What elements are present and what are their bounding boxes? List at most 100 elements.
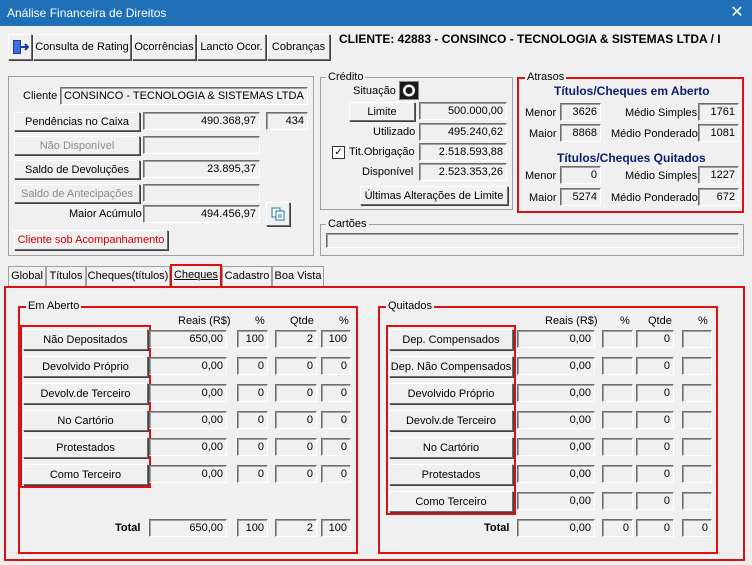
q-header-reais: Reais (R$) (545, 315, 598, 327)
em-aberto-row-qtde: 0 (275, 384, 317, 402)
cobrancas-button[interactable]: Cobranças (267, 34, 330, 60)
rating-button[interactable]: Consulta de Rating (33, 34, 131, 60)
quitados-row-button[interactable]: No Cartório (389, 437, 513, 458)
quitados-row-qtde: 0 (636, 411, 674, 429)
tit-obrigacao-value: 2.518.593,88 (419, 143, 507, 161)
em-aberto-row-button[interactable]: Devolvido Próprio (23, 356, 148, 377)
tab-cadastro[interactable]: Cadastro (222, 266, 272, 286)
quitados-row-button[interactable]: Devolv.de Terceiro (389, 410, 513, 431)
q-total-pct2: 0 (682, 519, 712, 537)
quitados-medio-simples-value: 1227 (698, 166, 739, 184)
quitados-row-pct1 (602, 357, 633, 375)
aberto-medio-simples-label: Médio Simples (625, 107, 698, 119)
ea-total-qtde: 2 (275, 519, 317, 537)
q-total-pct1: 0 (602, 519, 633, 537)
quitados-row-qtde: 0 (636, 384, 674, 402)
em-aberto-row-button[interactable]: Protestados (23, 437, 148, 458)
quitados-row-button[interactable]: Devolvido Próprio (389, 383, 513, 404)
ea-total-reais: 650,00 (149, 519, 227, 537)
tab-cheques[interactable]: Cheques (170, 264, 222, 287)
quitados-row-reais: 0,00 (517, 357, 595, 375)
em-aberto-row-pct1: 0 (237, 465, 268, 483)
tab-global[interactable]: Global (8, 266, 46, 286)
q-header-pct1: % (620, 315, 630, 327)
quitados-row-pct2 (682, 492, 712, 510)
em-aberto-row-pct2: 0 (321, 438, 351, 456)
quitados-maior-value: 5274 (560, 188, 601, 206)
em-aberto-row-pct2: 0 (321, 384, 351, 402)
quitados-row-pct2 (682, 330, 712, 348)
em-aberto-row-qtde: 0 (275, 465, 317, 483)
ultimas-alteracoes-button[interactable]: Últimas Alterações de Limite (360, 186, 508, 205)
em-aberto-row-button[interactable]: No Cartório (23, 410, 148, 431)
em-aberto-row-qtde: 2 (275, 330, 317, 348)
em-aberto-row-reais: 0,00 (149, 465, 227, 483)
quitados-atraso-title: Títulos/Cheques Quitados (557, 151, 706, 165)
em-aberto-row-button[interactable]: Como Terceiro (23, 464, 148, 485)
ea-header-pct1: % (255, 315, 265, 327)
quitados-row-pct1 (602, 384, 633, 402)
exit-door-icon[interactable] (8, 34, 32, 60)
saldo-antecipacoes-button[interactable]: Saldo de Antecipações (14, 184, 140, 203)
quitados-row-pct2 (682, 357, 712, 375)
quitados-row-pct2 (682, 411, 712, 429)
tab-boa-vista[interactable]: Boa Vista (272, 266, 324, 286)
tab-cheques-titulos[interactable]: Cheques(títulos) (86, 266, 170, 286)
limite-value: 500.000,00 (419, 102, 507, 120)
quitados-row-qtde: 0 (636, 465, 674, 483)
ea-header-pct2: % (339, 315, 349, 327)
tit-obrigacao-checkbox[interactable]: ✓ (332, 146, 345, 159)
quitados-row-pct2 (682, 384, 712, 402)
em-aberto-row-pct1: 0 (237, 411, 268, 429)
saldo-devolucoes-button[interactable]: Saldo de Devoluções (14, 160, 140, 179)
atrasos-title: Atrasos (525, 71, 567, 83)
aberto-maior-value: 8868 (560, 124, 601, 142)
em-aberto-row-reais: 0,00 (149, 384, 227, 402)
quitados-menor-label: Menor (525, 170, 557, 182)
quitados-row-pct1 (602, 438, 633, 456)
em-aberto-row-qtde: 0 (275, 357, 317, 375)
close-icon[interactable]: ✕ (722, 0, 752, 26)
em-aberto-row-reais: 0,00 (149, 438, 227, 456)
quitados-row-pct1 (602, 330, 633, 348)
em-aberto-row-button[interactable]: Devolv.de Terceiro (23, 383, 148, 404)
window-title: Análise Financeira de Direitos (0, 0, 752, 26)
tab-titulos[interactable]: Títulos (46, 266, 86, 286)
cartoes-title: Cartões (326, 218, 369, 230)
nao-disponivel-button[interactable]: Não Disponível (14, 136, 140, 155)
em-aberto-row-button[interactable]: Não Depositados (23, 329, 148, 350)
q-header-pct2: % (698, 315, 708, 327)
quitados-row-qtde: 0 (636, 357, 674, 375)
lancto-ocor-button[interactable]: Lancto Ocor. (197, 34, 266, 60)
quitados-row-qtde: 0 (636, 492, 674, 510)
q-total-qtde: 0 (636, 519, 674, 537)
quitados-medio-simples-label: Médio Simples (625, 170, 698, 182)
em-aberto-row-pct1: 0 (237, 384, 268, 402)
quitados-row-button[interactable]: Dep. Não Compensados (389, 356, 513, 377)
cartoes-field (326, 233, 739, 248)
em-aberto-row-pct1: 0 (237, 438, 268, 456)
quitados-row-button[interactable]: Dep. Compensados (389, 329, 513, 350)
utilizado-label: Utilizado (373, 126, 416, 138)
tit-obrigacao-label: Tit.Obrigação (349, 146, 415, 158)
quitados-row-button[interactable]: Protestados (389, 464, 513, 485)
aberto-medio-simples-value: 1761 (698, 103, 739, 121)
aberto-title: Títulos/Cheques em Aberto (554, 84, 710, 98)
aberto-maior-label: Maior (529, 128, 557, 140)
limite-button[interactable]: Limite (349, 102, 415, 121)
ea-header-reais: Reais (R$) (178, 315, 231, 327)
quitados-medio-ponderado-label: Médio Ponderado (611, 192, 698, 204)
ea-total-label: Total (115, 522, 141, 534)
em-aberto-row-pct2: 0 (321, 357, 351, 375)
pendencias-caixa-button[interactable]: Pendências no Caixa (14, 112, 140, 131)
quitados-row-button[interactable]: Como Terceiro (389, 491, 513, 512)
cliente-acompanhamento-button[interactable]: Cliente sob Acompanhamento (14, 230, 168, 250)
situacao-indicator-icon (399, 81, 419, 100)
copy-icon[interactable] (266, 202, 290, 226)
ocorrencias-button[interactable]: Ocorrências (132, 34, 196, 60)
disponivel-value: 2.523.353,26 (419, 163, 507, 181)
aberto-medio-ponderado-label: Médio Ponderado (611, 128, 698, 140)
ea-total-pct2: 100 (321, 519, 351, 537)
quitados-row-pct2 (682, 465, 712, 483)
maior-acumulo-label: Maior Acúmulo (69, 208, 142, 220)
